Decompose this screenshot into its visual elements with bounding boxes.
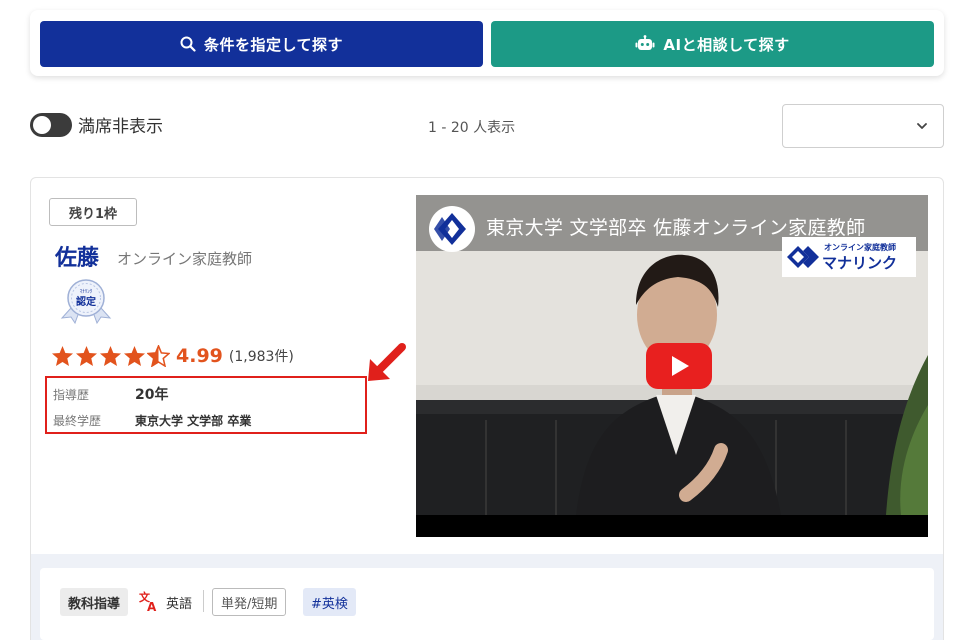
highlight-box: 指導歴 20年 最終学歴 東京大学 文学部 卒業 [45,376,367,434]
cert-main-text: 認定 [76,295,96,308]
hashtag-tag[interactable]: #英検 [303,588,356,616]
education-label: 最終学歴 [53,414,102,428]
search-icon [180,36,196,52]
subject-tag: 教科指導 [60,588,129,616]
certified-badge-icon: ﾏﾅﾘﾝｸ 認定 [60,279,112,324]
half-star-icon [147,345,170,367]
brand-main-text: マナリンク [822,254,898,272]
experience-label: 指導歴 [53,388,90,402]
cert-small-text: ﾏﾅﾘﾝｸ [80,289,93,295]
toggle-switch[interactable] [30,112,72,137]
sort-select[interactable] [782,104,944,148]
divider [203,590,204,612]
rating: 4.99 (1,983件) [51,345,294,367]
experience-value: 20年 [135,387,169,403]
star-icon [99,345,122,367]
play-button-icon[interactable] [646,343,712,389]
education-row: 最終学歴 東京大学 文学部 卒業 [53,412,251,429]
tags-panel: 教科指導 文 A 英語 単発/短期 #英検 [40,568,934,640]
condition-search-button[interactable]: 条件を指定して探す [40,21,483,67]
tutor-name[interactable]: 佐藤 [55,240,99,272]
experience-row: 指導歴 20年 [53,386,168,403]
star-icon [51,345,74,367]
search-panel: 条件を指定して探す AIと相談して探す [30,10,944,76]
hide-full-label: 満席非表示 [78,117,163,137]
brand-logo: オンライン家庭教師 マナリンク [782,237,916,277]
chevron-down-icon [917,123,927,129]
language-label: 英語 [166,597,193,612]
rating-score: 4.99 [176,345,223,367]
brand-mark-icon [787,246,819,268]
result-count: 1 - 20 人表示 [428,120,516,136]
star-icon [75,345,98,367]
translate-icon: 文 A [139,590,157,612]
ai-consult-label: AIと相談して探す [663,35,790,54]
education-value: 東京大学 文学部 卒業 [135,414,252,428]
channel-logo-icon [429,206,475,252]
remaining-slots-badge: 残り1枠 [49,198,137,226]
term-tag: 単発/短期 [212,588,287,616]
tutor-role: オンライン家庭教師 [117,250,253,268]
star-rating [51,345,170,367]
annotation-arrow-icon [368,343,406,381]
condition-search-label: 条件を指定して探す [203,35,344,54]
review-count[interactable]: (1,983件) [229,346,294,366]
svg-text:A: A [147,600,157,612]
hide-full-toggle[interactable]: 満席非表示 [30,112,163,137]
intro-video[interactable]: 東京大学 文学部卒 佐藤オンライン家庭教師 オンライン家庭教師 マナリンク [416,195,928,537]
video-title: 東京大学 文学部卒 佐藤オンライン家庭教師 [486,217,866,239]
robot-icon [635,35,655,50]
ai-consult-button[interactable]: AIと相談して探す [491,21,934,67]
star-icon [123,345,146,367]
